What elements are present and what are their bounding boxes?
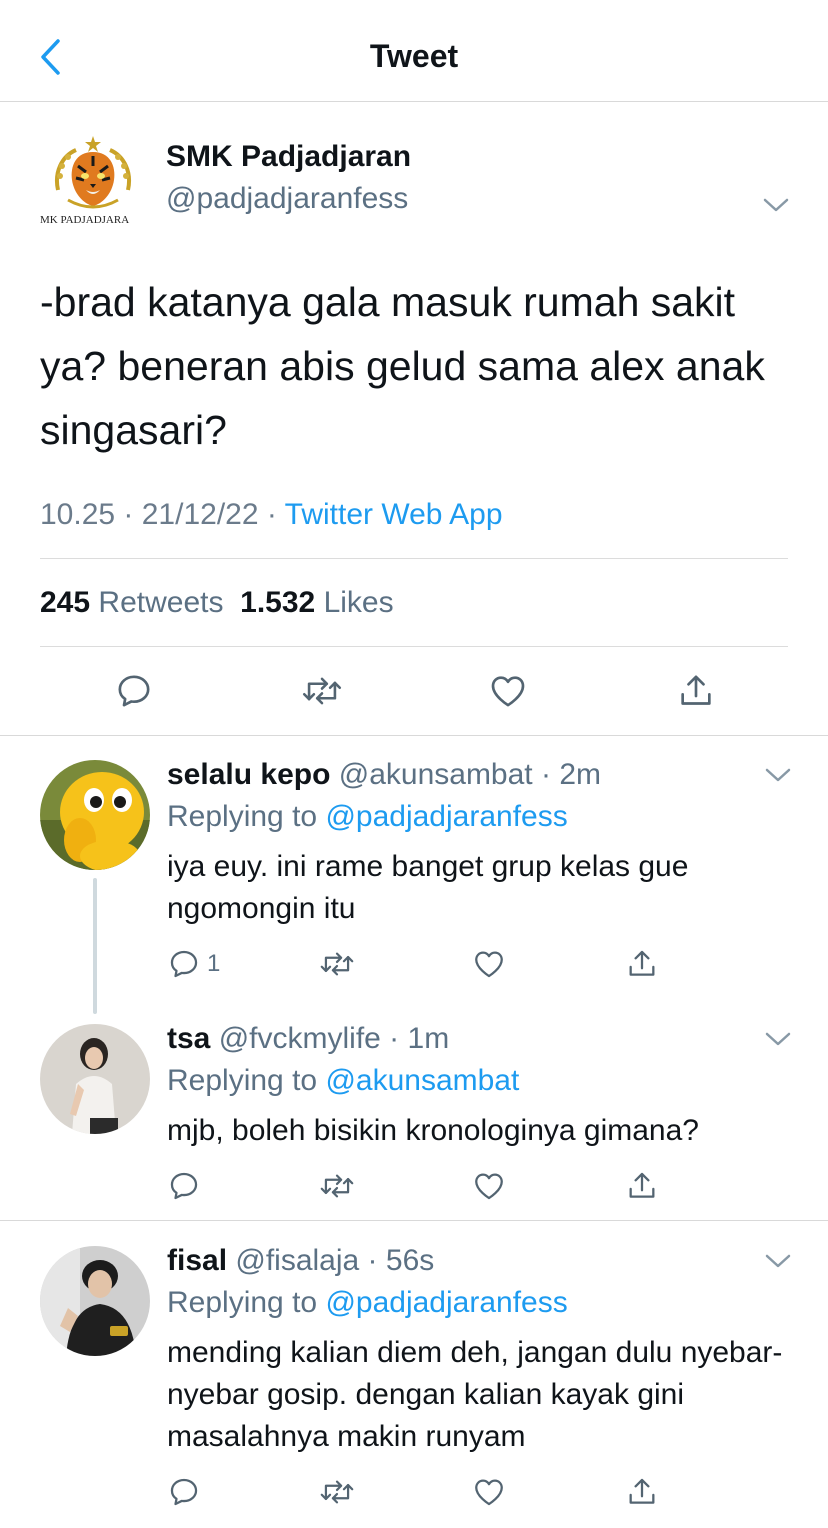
retweet-icon	[302, 677, 342, 705]
section-divider	[0, 735, 828, 736]
avatar[interactable]	[40, 760, 150, 870]
divider	[40, 558, 788, 559]
tweet-source-link[interactable]: Twitter Web App	[285, 498, 503, 531]
like-count[interactable]: 1.532	[240, 586, 315, 619]
tweet-text: -brad katanya gala masuk rumah sakit ya?…	[40, 279, 765, 453]
author-name[interactable]: SMK Padjadjaran	[166, 140, 411, 174]
share-icon	[629, 950, 655, 976]
replying-to-link[interactable]: @padjadjaranfess	[325, 1286, 567, 1319]
author-handle[interactable]: @padjadjaranfess	[166, 182, 408, 216]
likes-label[interactable]: Likes	[324, 586, 394, 619]
avatar[interactable]	[40, 1024, 150, 1134]
avatar[interactable]	[40, 1246, 150, 1356]
like-button[interactable]	[486, 668, 530, 714]
reply-header: tsa @fvckmylife · 1m	[167, 1022, 450, 1055]
nav-bar: Tweet	[0, 0, 828, 102]
share-icon	[629, 1172, 655, 1198]
reply-text: mjb, boleh bisikin kronologinya gimana?	[167, 1114, 699, 1147]
reply-actions	[167, 1472, 727, 1512]
reply-author-handle[interactable]: @akunsambat	[339, 758, 533, 791]
reply-time: 1m	[407, 1022, 450, 1055]
heart-icon	[491, 676, 525, 707]
reply-author-handle[interactable]: @fisalaja	[235, 1244, 359, 1277]
reply-author-handle[interactable]: @fvckmylife	[219, 1022, 381, 1055]
cartoon-avatar-image	[40, 760, 150, 870]
heart-icon	[475, 1173, 503, 1200]
tweet-author[interactable]: SMK Padjadjaran @padjadjaranfess	[40, 130, 820, 230]
section-divider	[0, 1220, 828, 1221]
reply-text: mending kalian diem deh, jangan dulu nye…	[167, 1336, 783, 1453]
replying-to: Replying to @akunsambat	[167, 1064, 519, 1098]
reply-button[interactable]: 1	[167, 944, 220, 984]
reply-header: selalu kepo @akunsambat · 2m	[167, 758, 601, 791]
reply-actions: 1	[167, 944, 727, 984]
reply-button[interactable]	[167, 1166, 201, 1206]
reply-header: fisal @fisalaja · 56s	[167, 1244, 435, 1277]
retweet-button[interactable]	[319, 1472, 355, 1512]
share-button[interactable]	[625, 1166, 659, 1206]
share-icon	[681, 675, 711, 705]
replying-to-label: Replying to	[167, 1286, 318, 1319]
like-button[interactable]	[471, 944, 507, 984]
chevron-down-icon[interactable]	[764, 1252, 792, 1270]
thread-connector	[93, 878, 97, 1014]
replying-to-label: Replying to	[167, 1064, 318, 1097]
page-title: Tweet	[369, 38, 459, 74]
reply-time: 2m	[559, 758, 601, 791]
like-button[interactable]	[471, 1166, 507, 1206]
reply-author-name[interactable]: fisal	[167, 1244, 227, 1277]
retweet-button[interactable]	[300, 668, 344, 714]
person-avatar-image	[40, 1246, 150, 1356]
share-button[interactable]	[625, 1472, 659, 1512]
chevron-down-icon[interactable]	[762, 196, 790, 214]
heart-icon	[475, 1479, 503, 1506]
heart-icon	[475, 951, 503, 978]
chevron-down-icon[interactable]	[764, 1030, 792, 1048]
divider	[40, 646, 788, 647]
reply-icon	[170, 950, 198, 978]
tweet-actions	[0, 668, 828, 714]
reply-text: iya euy. ini rame banget grup kelas gue …	[167, 850, 689, 925]
retweet-button[interactable]	[319, 944, 355, 984]
retweets-label[interactable]: Retweets	[98, 586, 223, 619]
replying-to: Replying to @padjadjaranfess	[167, 800, 568, 834]
retweet-button[interactable]	[319, 1166, 355, 1206]
reply-button[interactable]	[167, 1472, 201, 1512]
reply-author-name[interactable]: tsa	[167, 1022, 210, 1055]
replying-to-link[interactable]: @akunsambat	[325, 1064, 519, 1097]
like-button[interactable]	[471, 1472, 507, 1512]
tweet-stats: 245 Retweets 1.532 Likes	[40, 586, 394, 620]
tweet-date: 21/12/22	[141, 498, 259, 531]
reply-button[interactable]	[112, 668, 156, 714]
retweet-count[interactable]: 245	[40, 586, 90, 619]
reply-icon	[118, 675, 150, 707]
tweet-time: 10.25	[40, 498, 116, 531]
replying-to-label: Replying to	[167, 800, 318, 833]
reply-time: 56s	[385, 1244, 435, 1277]
chevron-down-icon[interactable]	[764, 766, 792, 784]
reply-actions	[167, 1166, 727, 1206]
replying-to-link[interactable]: @padjadjaranfess	[325, 800, 567, 833]
reply-author-name[interactable]: selalu kepo	[167, 758, 330, 791]
retweet-icon	[320, 1174, 354, 1198]
retweet-icon	[320, 1480, 354, 1504]
logo-caption: MK PADJADJARA	[40, 214, 130, 226]
tweet-meta: 10.25 · 21/12/22 · Twitter Web App	[40, 498, 503, 531]
replying-to: Replying to @padjadjaranfess	[167, 1286, 568, 1320]
person-avatar-image	[40, 1024, 150, 1134]
reply-icon	[170, 1172, 198, 1200]
reply-count: 1	[207, 950, 221, 977]
share-button[interactable]	[674, 668, 718, 714]
share-button[interactable]	[625, 944, 659, 984]
share-icon	[629, 1478, 655, 1504]
reply-icon	[170, 1478, 198, 1506]
retweet-icon	[320, 952, 354, 976]
